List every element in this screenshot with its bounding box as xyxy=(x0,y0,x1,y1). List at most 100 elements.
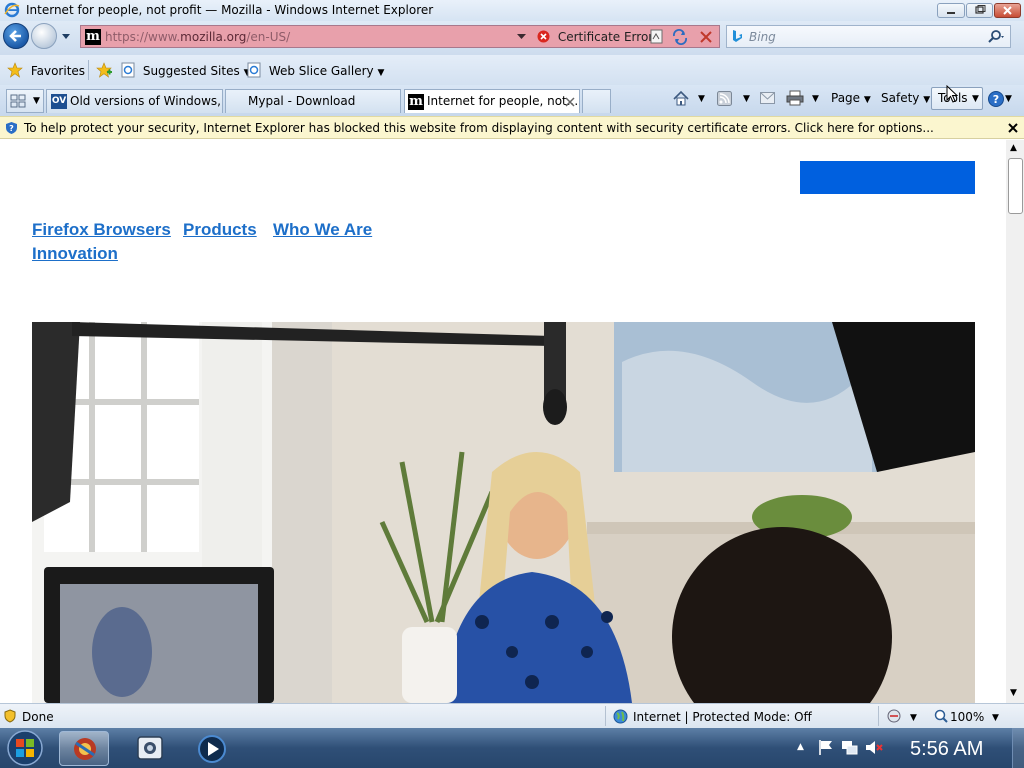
url-text[interactable]: https://www.mozilla.org/en-US/ xyxy=(105,30,290,44)
tab-old-versions-of-windows[interactable]: OV Old versions of Windows, ... xyxy=(46,89,223,113)
close-icon xyxy=(1003,6,1012,15)
minimize-button[interactable] xyxy=(937,3,965,18)
scroll-up-arrow-icon[interactable]: ▲ xyxy=(1010,143,1017,153)
recent-pages-dropdown-icon[interactable] xyxy=(61,33,71,41)
read-mail-icon[interactable] xyxy=(760,92,775,104)
tab-mozilla[interactable]: m Internet for people, not... xyxy=(404,89,580,113)
feeds-icon[interactable] xyxy=(717,91,732,106)
stop-icon[interactable] xyxy=(699,30,713,44)
certificate-error-label: Certificate Error xyxy=(557,30,654,44)
favorites-star-icon xyxy=(7,62,23,78)
nav-link-innovation[interactable]: Innovation xyxy=(32,244,118,264)
nav-link-products[interactable]: Products xyxy=(183,220,257,240)
forward-button[interactable] xyxy=(31,23,57,49)
favorites-button[interactable]: Favorites xyxy=(7,62,85,78)
taskbar-media-player[interactable] xyxy=(187,731,237,766)
zoom-level[interactable]: 100% xyxy=(950,710,984,724)
tab-label: Internet for people, not... xyxy=(427,94,579,108)
back-button[interactable] xyxy=(3,23,29,49)
safety-menu-button[interactable]: Safety ▼ xyxy=(881,91,930,105)
help-dropdown-icon[interactable]: ▼ xyxy=(1005,94,1012,104)
add-to-favorites-bar-icon[interactable] xyxy=(96,62,113,78)
volume-muted-icon[interactable] xyxy=(865,739,883,756)
chevron-down-icon[interactable]: ▼ xyxy=(910,713,917,723)
taskbar: ▲ 5:56 AM xyxy=(0,728,1024,768)
mozilla-favicon: m xyxy=(408,94,424,110)
action-center-flag-icon[interactable] xyxy=(818,739,834,756)
taskbar-app[interactable] xyxy=(125,731,175,766)
nav-link-firefox-browsers[interactable]: Firefox Browsers xyxy=(32,220,171,240)
popup-blocker-icon[interactable] xyxy=(887,709,903,724)
network-icon[interactable] xyxy=(841,739,859,756)
start-button[interactable] xyxy=(2,729,48,767)
address-bar[interactable]: m https://www.mozilla.org/en-US/ Certifi… xyxy=(80,25,720,48)
chevron-down-icon: ▼ xyxy=(972,94,979,104)
restore-icon xyxy=(975,5,986,14)
zoom-dropdown-icon[interactable]: ▼ xyxy=(992,713,999,723)
zoom-icon xyxy=(934,709,948,723)
refresh-icon[interactable] xyxy=(671,29,689,45)
svg-text:?: ? xyxy=(9,124,14,133)
chevron-down-icon: ▼ xyxy=(377,68,385,78)
vertical-scrollbar[interactable]: ▲ ▼ xyxy=(1006,140,1024,703)
close-tab-icon[interactable] xyxy=(565,97,575,107)
show-desktop-button[interactable] xyxy=(1012,728,1024,768)
tab-label: Old versions of Windows, ... xyxy=(70,94,223,108)
restore-button[interactable] xyxy=(966,3,993,18)
quick-tabs-button[interactable]: ▼ xyxy=(6,89,44,113)
nav-link-who-we-are[interactable]: Who We Are xyxy=(273,220,372,240)
mozilla-favicon: m xyxy=(85,29,101,45)
ie-page-icon xyxy=(247,62,261,78)
certificate-error-icon xyxy=(537,30,550,43)
home-icon[interactable] xyxy=(672,90,690,107)
bing-logo-icon xyxy=(733,30,742,42)
divider xyxy=(88,60,89,80)
tab-list-dropdown-icon[interactable]: ▼ xyxy=(33,96,40,106)
chevron-down-icon: ▼ xyxy=(923,95,931,105)
suggested-sites-button[interactable]: Suggested Sites ▼ xyxy=(120,62,250,78)
scroll-down-arrow-icon[interactable]: ▼ xyxy=(1010,688,1017,698)
tab-label: Mypal - Download xyxy=(248,94,356,108)
web-slice-gallery-label: Web Slice Gallery xyxy=(268,64,374,78)
tab-mypal-download[interactable]: Mypal - Download xyxy=(225,89,401,113)
scrollbar-thumb[interactable] xyxy=(1008,158,1023,214)
mouse-cursor-icon xyxy=(946,85,959,103)
compatibility-view-icon[interactable] xyxy=(649,29,664,45)
chevron-down-icon: ▼ xyxy=(863,95,871,105)
feeds-dropdown-icon[interactable]: ▼ xyxy=(743,94,750,104)
security-zone-text[interactable]: Internet | Protected Mode: Off xyxy=(633,710,812,724)
safety-menu-label: Safety xyxy=(881,91,920,105)
home-dropdown-icon[interactable]: ▼ xyxy=(698,94,705,104)
show-hidden-icons-button[interactable]: ▲ xyxy=(797,742,804,752)
new-tab-button[interactable] xyxy=(582,89,611,113)
web-slice-gallery-button[interactable]: Web Slice Gallery ▼ xyxy=(246,62,384,78)
print-icon[interactable] xyxy=(786,90,804,106)
play-icon xyxy=(198,735,226,763)
help-icon[interactable]: ? xyxy=(987,90,1005,108)
status-text: Done xyxy=(22,710,54,724)
print-dropdown-icon[interactable]: ▼ xyxy=(812,94,819,104)
taskbar-internet-explorer[interactable] xyxy=(59,731,109,766)
divider xyxy=(605,706,606,726)
shield-status-icon xyxy=(4,709,16,723)
information-bar-message[interactable]: To help protect your security, Internet … xyxy=(24,121,934,135)
page-menu-button[interactable]: Page ▼ xyxy=(831,91,871,105)
divider xyxy=(878,706,879,726)
certificate-error-button[interactable]: Certificate Error xyxy=(537,30,653,44)
page-menu-label: Page xyxy=(831,91,861,105)
internet-explorer-icon xyxy=(4,2,20,18)
favorites-label: Favorites xyxy=(30,64,86,78)
search-icon[interactable] xyxy=(987,29,1007,45)
clock[interactable]: 5:56 AM xyxy=(910,738,983,761)
quick-tabs-icon xyxy=(10,94,26,108)
back-arrow-icon xyxy=(9,30,21,42)
hero-image xyxy=(32,322,975,703)
download-firefox-button[interactable] xyxy=(800,161,975,194)
minimize-icon xyxy=(947,12,955,14)
close-window-button[interactable] xyxy=(994,3,1021,18)
address-dropdown-icon[interactable] xyxy=(517,34,526,40)
information-bar[interactable]: ? To help protect your security, Interne… xyxy=(0,116,1024,139)
search-box[interactable]: Bing xyxy=(726,25,1011,48)
close-icon[interactable] xyxy=(1008,123,1018,133)
ov-favicon: OV xyxy=(51,94,67,109)
